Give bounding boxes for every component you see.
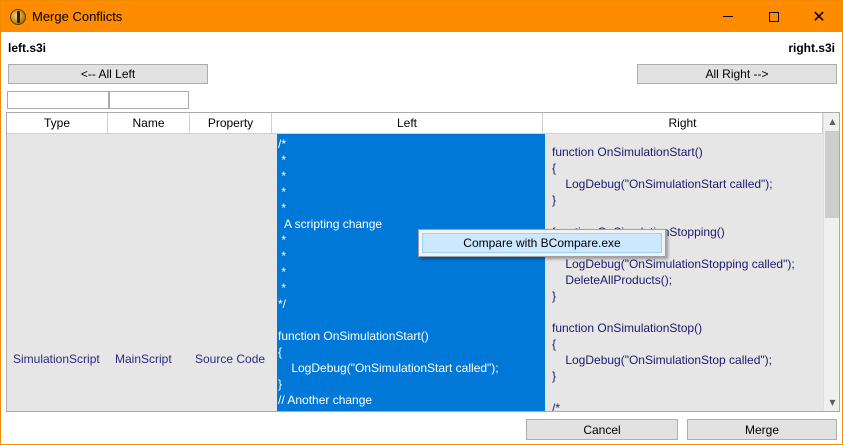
code-line: function OnSimulationStart() — [278, 329, 429, 343]
code-line: } — [552, 369, 557, 383]
minimize-icon — [723, 16, 733, 17]
code-line: } — [552, 193, 557, 207]
right-code-cell[interactable]: function OnSimulationStart() { LogDebug("… — [545, 134, 823, 412]
all-right-button[interactable]: All Right --> — [637, 64, 837, 84]
column-header-right[interactable]: Right — [543, 113, 823, 134]
property-cell: Source Code — [195, 352, 266, 366]
name-cell: MainScript — [115, 352, 172, 366]
all-left-button[interactable]: <-- All Left — [8, 64, 208, 84]
code-line: * — [278, 169, 287, 183]
right-file-label: right.s3i — [788, 41, 835, 55]
title-bar[interactable]: Merge Conflicts ✕ — [1, 1, 842, 32]
minimize-button[interactable] — [705, 1, 751, 32]
code-line: } — [552, 289, 557, 303]
code-line: /* — [552, 401, 561, 412]
code-line: * — [278, 249, 287, 263]
code-line: { — [552, 337, 557, 351]
merge-conflicts-window: Merge Conflicts ✕ left.s3i right.s3i <--… — [0, 0, 843, 445]
close-icon: ✕ — [812, 6, 826, 26]
code-line: LogDebug("OnSimulationStart called"); — [278, 361, 499, 375]
scroll-up-icon[interactable]: ▲ — [824, 113, 839, 130]
left-code-cell[interactable]: /* * * * * A scripting change * * * * */ f… — [277, 134, 545, 411]
code-line: LogDebug("OnSimulationStopping called"); — [552, 257, 795, 271]
scrollbar-thumb[interactable] — [825, 131, 839, 218]
code-line: DeleteAllProducts(); — [552, 273, 673, 287]
compare-with-bcompare-menu-item[interactable]: Compare with BCompare.exe — [422, 233, 662, 253]
table-row[interactable]: SimulationScript MainScript Source Code … — [7, 134, 823, 412]
name-filter-input[interactable] — [109, 91, 189, 109]
cancel-button[interactable]: Cancel — [526, 419, 678, 440]
code-line: } — [278, 377, 283, 391]
code-line: LogDebug("OnSimulationStart called"); — [552, 177, 773, 191]
code-line: { — [552, 161, 557, 175]
scroll-down-icon[interactable]: ▼ — [824, 394, 839, 411]
maximize-icon — [769, 11, 779, 22]
code-line: * — [278, 153, 287, 167]
window-title: Merge Conflicts — [32, 9, 123, 24]
code-line: */ — [278, 297, 287, 311]
left-file-label: left.s3i — [8, 41, 47, 55]
column-header-type[interactable]: Type — [7, 113, 108, 134]
app-icon — [10, 9, 26, 25]
code-line: LogDebug("OnSimulationStop called"); — [552, 353, 772, 367]
merge-button[interactable]: Merge — [687, 419, 837, 440]
type-filter-input[interactable] — [7, 91, 109, 109]
code-line: A scripting change — [278, 217, 383, 231]
code-line: * — [278, 201, 287, 215]
conflicts-grid[interactable]: Type Name Property Left Right Simulation… — [6, 112, 840, 412]
code-line: /* — [278, 137, 287, 151]
vertical-scrollbar[interactable]: ▲ ▼ — [823, 113, 839, 411]
maximize-button[interactable] — [751, 1, 797, 32]
close-button[interactable]: ✕ — [796, 1, 842, 32]
code-line: * — [278, 233, 287, 247]
code-line: // Another change — [278, 393, 373, 407]
type-cell: SimulationScript — [13, 352, 100, 366]
code-line: function OnSimulationStop() — [552, 321, 703, 335]
code-line: * — [278, 281, 287, 295]
code-line: function OnSimulationStart() — [552, 145, 703, 159]
column-header-property[interactable]: Property — [190, 113, 272, 134]
context-menu: Compare with BCompare.exe — [418, 229, 666, 257]
column-header-left[interactable]: Left — [272, 113, 543, 134]
code-line: * — [278, 185, 287, 199]
code-line: { — [278, 345, 283, 359]
code-line: * — [278, 265, 287, 279]
column-header-name[interactable]: Name — [108, 113, 190, 134]
code-line: function OnSimulationStopping() — [278, 408, 451, 411]
